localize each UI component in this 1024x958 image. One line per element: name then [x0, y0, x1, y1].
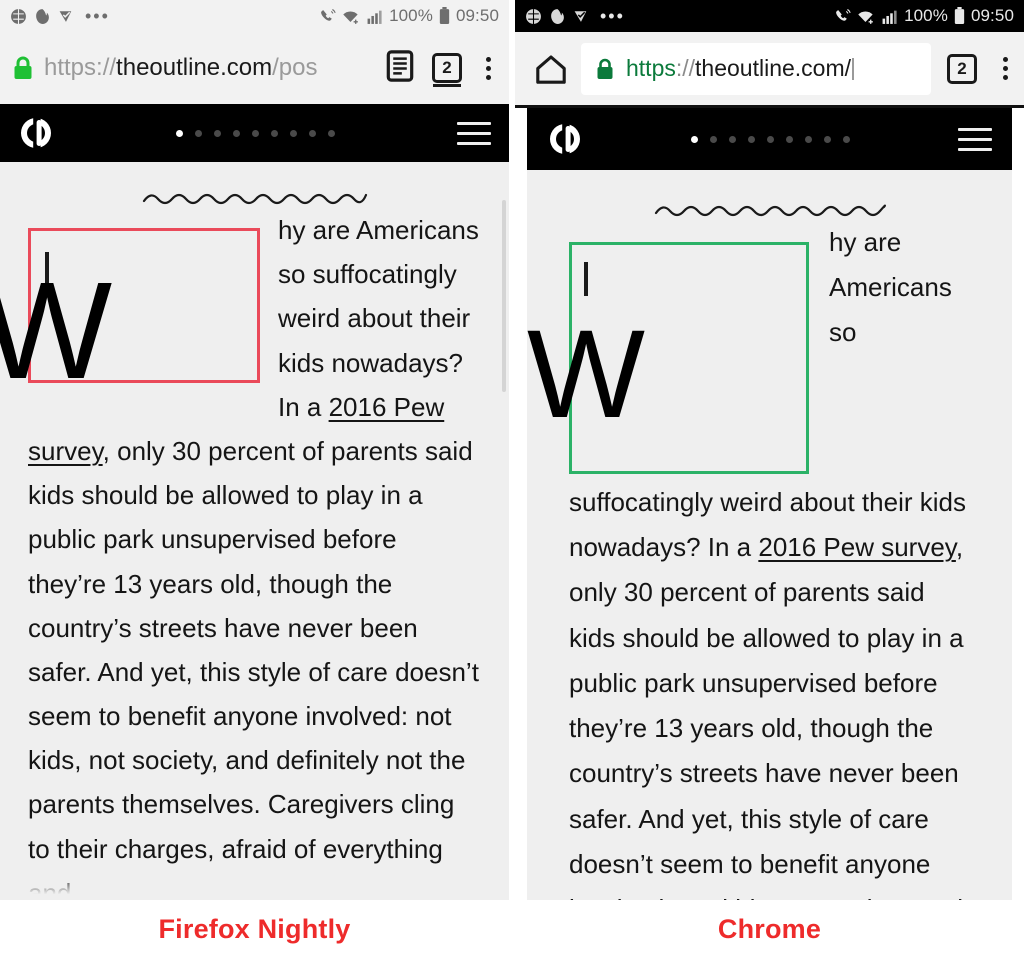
- url-scheme: https://: [44, 54, 117, 81]
- signal-bars-icon: [882, 8, 898, 25]
- chrome-url-text[interactable]: https://theoutline.com/: [626, 55, 855, 82]
- carousel-dot-7[interactable]: [805, 135, 812, 143]
- site-nav-bar-firefox: [0, 104, 509, 162]
- drop-cap-highlight-box: W: [0, 228, 260, 400]
- call-icon: [319, 8, 336, 25]
- wifi-icon: [857, 8, 876, 25]
- pew-survey-link[interactable]: 2016 Pew survey: [758, 532, 956, 562]
- carousel-dot-4[interactable]: [233, 129, 240, 137]
- url-path: /pos: [272, 54, 318, 81]
- lock-icon: [12, 55, 34, 81]
- browser-comparison-stage: ••• 100% 09:50 https://theoutline.com/po…: [0, 0, 1024, 958]
- article-rest-text: , only 30 percent of parents said kids s…: [569, 532, 964, 900]
- url-host: theoutline.com/: [695, 55, 852, 81]
- article-viewport-firefox[interactable]: W hy are Americans so suffocatingly weir…: [0, 162, 509, 900]
- drop-cap-letter: W: [527, 305, 645, 444]
- article-body-chrome: W hy are Americans so suffocatingly weir…: [527, 220, 970, 900]
- tab-count-button[interactable]: 2: [432, 53, 462, 87]
- status-bar-system-icons: 100% 09:50: [319, 6, 499, 26]
- app-icon-2: [34, 8, 51, 25]
- overflow-menu-icon[interactable]: [997, 55, 1014, 82]
- carousel-dot-7[interactable]: [290, 129, 297, 137]
- firefox-url-bar[interactable]: https://theoutline.com/pos 2: [0, 32, 509, 104]
- squiggle-divider: [654, 204, 886, 217]
- carousel-dot-3[interactable]: [729, 135, 736, 143]
- carousel-dot-8[interactable]: [824, 135, 831, 143]
- the-outline-logo[interactable]: [18, 115, 54, 151]
- carousel-dot-1[interactable]: [176, 129, 183, 137]
- carousel-dot-6[interactable]: [271, 129, 278, 137]
- clock-label: 09:50: [970, 6, 1014, 25]
- article-viewport-chrome[interactable]: W hy are Americans so suffocatingly weir…: [527, 170, 1012, 900]
- firefox-url-text[interactable]: https://theoutline.com/pos: [44, 54, 372, 82]
- clock-label: 09:50: [455, 6, 499, 25]
- signal-bars-icon: [367, 8, 383, 25]
- status-bar-notification-icons: •••: [10, 7, 110, 25]
- drop-cap-inline-box: W: [0, 252, 112, 400]
- left-browser-caption: Firefox Nightly: [0, 900, 509, 958]
- carousel-dot-2[interactable]: [710, 135, 717, 143]
- carousel-dot-5[interactable]: [252, 129, 259, 137]
- the-outline-logo[interactable]: [547, 121, 583, 157]
- right-browser-caption: Chrome: [515, 900, 1024, 958]
- drop-cap-inline-box: W: [527, 262, 645, 437]
- app-icon-2: [549, 8, 566, 25]
- chrome-omnibox[interactable]: https://theoutline.com/: [581, 42, 931, 95]
- battery-icon: [954, 7, 965, 25]
- tab-count-button[interactable]: 2: [947, 53, 977, 84]
- carousel-dot-9[interactable]: [328, 129, 335, 137]
- home-icon[interactable]: [533, 51, 569, 87]
- url-separator: ://: [675, 55, 696, 81]
- carousel-dots[interactable]: [691, 135, 850, 143]
- hamburger-menu-icon[interactable]: [958, 127, 992, 151]
- article-rest-text: , only 30 percent of parents said kids s…: [28, 435, 479, 900]
- hamburger-menu-icon[interactable]: [457, 121, 491, 145]
- status-bar-system-icons: 100% 09:50: [834, 6, 1014, 26]
- app-icon-3: [573, 8, 590, 25]
- carousel-dot-6[interactable]: [786, 135, 793, 143]
- carousel-dot-5[interactable]: [767, 135, 774, 143]
- site-nav-bar-chrome: [527, 108, 1012, 170]
- carousel-dot-2[interactable]: [195, 129, 202, 137]
- page-scrollbar[interactable]: [502, 200, 506, 392]
- call-icon: [834, 8, 851, 25]
- more-notifications-ellipsis: •••: [85, 6, 110, 26]
- url-text-caret: [852, 58, 855, 80]
- drop-cap-letter: W: [0, 254, 113, 408]
- wifi-icon: [342, 8, 361, 25]
- squiggle-divider: [142, 193, 367, 205]
- article-body-firefox: W hy are Americans so suffocatingly weir…: [0, 208, 481, 900]
- chrome-toolbar-actions: 2: [947, 53, 1014, 84]
- android-status-bar-chrome: ••• 100% 09:50: [515, 0, 1024, 32]
- lock-icon: [595, 57, 615, 81]
- app-icon-3: [58, 8, 75, 25]
- right-browser-name: Chrome: [717, 913, 822, 944]
- more-notifications-ellipsis: •••: [600, 6, 625, 26]
- firefox-phone-panel: ••• 100% 09:50 https://theoutline.com/po…: [0, 0, 509, 958]
- firefox-toolbar-actions: 2: [386, 49, 497, 87]
- battery-percent-label: 100%: [389, 6, 433, 25]
- battery-percent-label: 100%: [904, 6, 948, 25]
- reader-mode-icon[interactable]: [386, 49, 414, 87]
- carousel-dots[interactable]: [176, 129, 335, 137]
- drop-cap-highlight-box: W: [527, 242, 809, 474]
- overflow-menu-icon[interactable]: [480, 55, 497, 82]
- chrome-url-bar[interactable]: https://theoutline.com/ 2: [515, 32, 1024, 108]
- android-status-bar-firefox: ••• 100% 09:50: [0, 0, 509, 32]
- article-lead-text: hy are Americans so suffocatingly weird …: [278, 215, 479, 422]
- carousel-dot-3[interactable]: [214, 129, 221, 137]
- url-host: theoutline.com: [116, 54, 273, 81]
- url-scheme: https: [626, 55, 676, 81]
- carousel-dot-8[interactable]: [309, 129, 316, 137]
- app-icon-1: [10, 8, 27, 25]
- carousel-dot-1[interactable]: [691, 135, 698, 143]
- left-browser-name: Firefox Nightly: [158, 913, 351, 944]
- app-icon-1: [525, 8, 542, 25]
- status-bar-notification-icons: •••: [525, 7, 625, 25]
- carousel-dot-9[interactable]: [843, 135, 850, 143]
- carousel-dot-4[interactable]: [748, 135, 755, 143]
- battery-icon: [439, 7, 450, 25]
- chrome-phone-panel: ••• 100% 09:50 https://theoutline.com/ 2…: [515, 0, 1024, 958]
